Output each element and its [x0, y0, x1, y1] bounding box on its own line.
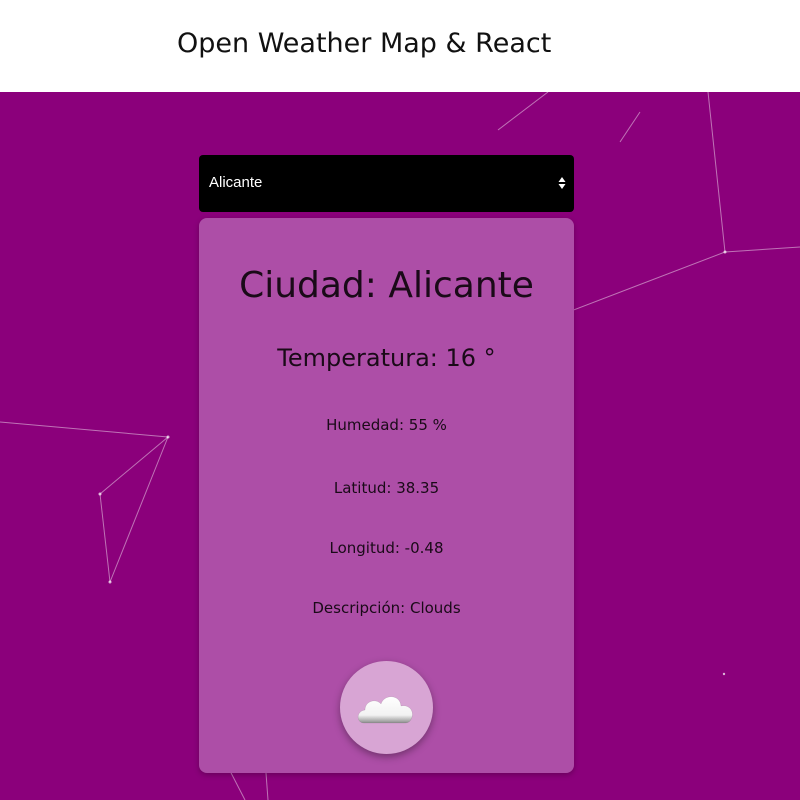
humidity-text: Humedad: 55 % [326, 416, 447, 434]
city-select[interactable]: Alicante [199, 155, 574, 212]
city-select-value: Alicante [209, 174, 263, 191]
select-arrows-icon [558, 177, 566, 189]
weather-icon-badge [340, 661, 433, 754]
cloud-icon [357, 696, 413, 724]
latitude-text: Latitud: 38.35 [333, 479, 440, 497]
page-title: Open Weather Map & React [177, 28, 552, 59]
app-page: Open Weather Map & React Alicante Ciudad… [0, 0, 800, 800]
header: Open Weather Map & React [0, 0, 800, 92]
description-text: Descripción: Clouds [312, 599, 461, 617]
longitude-text: Longitud: -0.48 [329, 539, 444, 557]
temperature-text: Temperatura: 16 ° [277, 344, 496, 372]
city-heading: Ciudad: Alicante [239, 265, 534, 306]
weather-card: Ciudad: Alicante Temperatura: 16 ° Humed… [199, 218, 574, 773]
